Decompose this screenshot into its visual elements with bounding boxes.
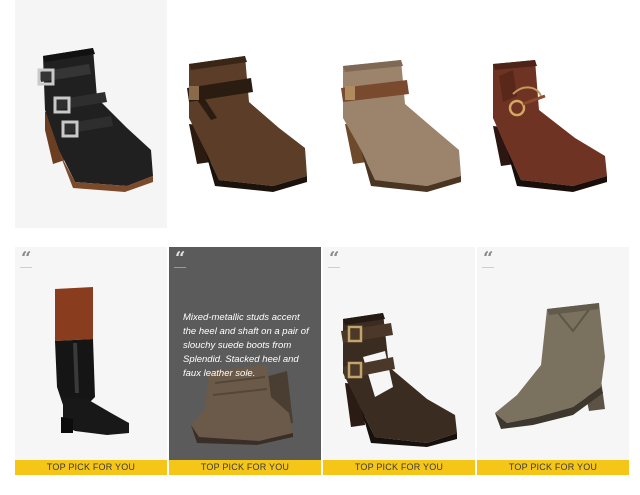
product-tile-5[interactable]: “ TOP PICK FOR YOU xyxy=(15,247,167,475)
product-grid-page: “ TOP PICK FOR YOU “ Mixed-metallic stud… xyxy=(0,0,640,495)
top-pick-badge: TOP PICK FOR YOU xyxy=(15,460,167,475)
product-tile-2[interactable] xyxy=(169,0,321,228)
product-tile-7[interactable]: “ TOP PICK FOR YOU xyxy=(323,247,475,475)
taupe-strap-bootie-image xyxy=(341,60,461,192)
product-tile-4[interactable] xyxy=(477,0,629,228)
product-tile-1[interactable] xyxy=(15,0,167,228)
black-buckle-bootie-image xyxy=(37,48,153,192)
top-pick-badge: TOP PICK FOR YOU xyxy=(323,460,475,475)
top-pick-badge: TOP PICK FOR YOU xyxy=(169,460,321,475)
cognac-ring-bootie-image xyxy=(493,60,607,192)
top-pick-badge: TOP PICK FOR YOU xyxy=(477,460,629,475)
product-blurb: Mixed-metallic studs accent the heel and… xyxy=(183,312,309,379)
cutout-buckle-bootie-image xyxy=(341,313,457,447)
black-riding-boot-image xyxy=(55,287,129,435)
product-tile-6[interactable]: “ Mixed-metallic studs accent the heel a… xyxy=(169,247,321,475)
product-tile-3[interactable] xyxy=(323,0,475,228)
olive-suede-bootie-image xyxy=(495,303,605,429)
product-tile-8[interactable]: “ TOP PICK FOR YOU xyxy=(477,247,629,475)
brown-strap-bootie-image xyxy=(187,56,307,192)
